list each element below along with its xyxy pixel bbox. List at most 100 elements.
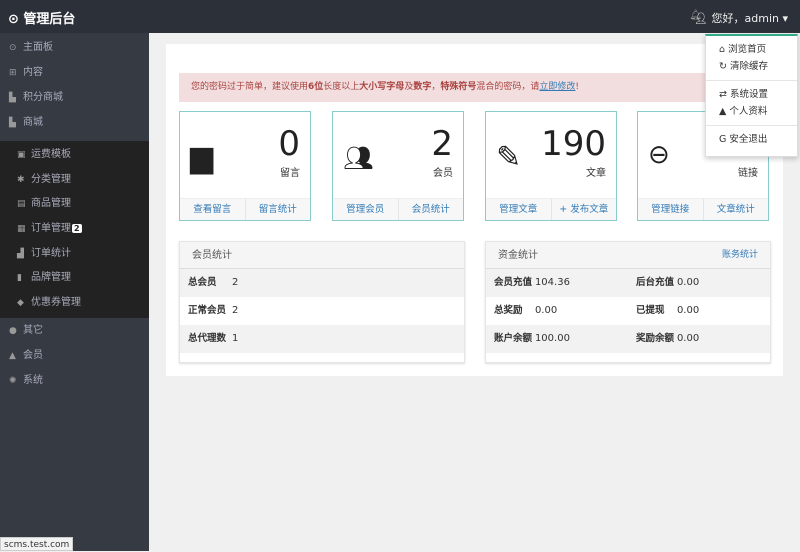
- label: 订单统计: [31, 247, 71, 259]
- user-menu-toggle[interactable]: 👤︎ 您好，admin ▾: [694, 10, 788, 26]
- panel-title: 会员统计: [180, 242, 464, 269]
- top-navbar: ⊙ 管理后台 🔔︎ 👤︎ 您好，admin ▾: [0, 0, 800, 33]
- stat-label: 链接: [738, 168, 758, 179]
- gear-icon: ✺: [9, 375, 17, 386]
- sidebar-item-orders[interactable]: ▦ 订单管理 2: [0, 217, 149, 242]
- label: 订单管理: [31, 223, 71, 235]
- panel-title: 资金统计: [498, 250, 538, 261]
- table-row: 正常会员 2: [180, 297, 464, 325]
- user-icon: ▲: [719, 106, 727, 117]
- link-icon: ⊖: [648, 140, 670, 170]
- user-icon: ▲: [9, 350, 16, 361]
- menu-item-view-home[interactable]: ⌂ 浏览首页: [706, 41, 797, 58]
- member-stats-panel: 会员统计 总会员 2 正常会员 2 总代理数 1: [179, 241, 465, 363]
- sidebar-item-brands[interactable]: ▮ 品牌管理: [0, 266, 149, 291]
- refresh-icon: ↻: [719, 61, 727, 72]
- stat-value: 0: [278, 124, 300, 164]
- menu-item-system-settings[interactable]: ⇄ 系统设置: [706, 86, 797, 103]
- order-count-badge: 2: [72, 224, 82, 234]
- table-row: 总会员 2: [180, 269, 464, 297]
- sidebar-item-order-stats[interactable]: ▟ 订单统计: [0, 242, 149, 267]
- message-stats-link[interactable]: 留言统计: [244, 199, 311, 220]
- label: 内容: [23, 67, 43, 78]
- label: 会员: [23, 349, 43, 361]
- dashboard-icon: ⊙: [9, 43, 17, 53]
- cart-icon: ▙: [9, 118, 16, 128]
- label: 商品管理: [31, 198, 71, 210]
- home-icon: ⌂: [719, 44, 726, 55]
- brand-title: 管理后台: [23, 12, 76, 27]
- stat-label: 文章: [586, 168, 606, 179]
- bookmark-icon: ▮: [17, 273, 22, 284]
- manage-links-link[interactable]: 管理链接: [638, 199, 703, 220]
- sidebar-item-mall[interactable]: ▙ 商城: [0, 110, 149, 135]
- stat-label: 留言: [280, 168, 300, 179]
- asterisk-icon: ✱: [17, 174, 25, 185]
- sidebar-item-system[interactable]: ✺ 系统: [0, 368, 149, 393]
- label: 分类管理: [31, 173, 71, 185]
- label: 积分商城: [23, 92, 63, 103]
- stat-card-articles: ✎ 190 文章 管理文章 + 发布文章: [485, 111, 617, 221]
- grid-icon: ⊞: [9, 68, 17, 78]
- stat-label: 会员: [433, 168, 453, 179]
- manage-members-link[interactable]: 管理会员: [333, 199, 398, 220]
- sidebar: ⊙ 主面板 ⊞ 内容 ▙ 积分商城 ▙ 商城 ▣ 运费模板 ✱ 分类管理 ▤ 商品管理 ▦ 订单…: [0, 33, 149, 551]
- label: 商城: [23, 117, 43, 128]
- main-content: 您的密码过于简单，建议使用6位长度以上大小写字母及数字，特殊符号混合的密码，请立…: [166, 44, 783, 376]
- sidebar-item-shipping-template[interactable]: ▣ 运费模板: [0, 143, 149, 168]
- tag-icon: ◆: [17, 298, 24, 309]
- brand[interactable]: ⊙ 管理后台: [8, 8, 75, 27]
- sidebar-item-points-mall[interactable]: ▙ 积分商城: [0, 85, 149, 110]
- stat-value: 190: [541, 124, 606, 164]
- sidebar-item-dashboard[interactable]: ⊙ 主面板: [0, 35, 149, 60]
- cart-icon: ▙: [9, 93, 16, 103]
- sidebar-item-category[interactable]: ✱ 分类管理: [0, 168, 149, 193]
- sidebar-item-content[interactable]: ⊞ 内容: [0, 60, 149, 85]
- label: 品牌管理: [31, 272, 71, 284]
- table-row: 账户余额 100.00 奖励余额 0.00: [486, 325, 770, 353]
- fund-stats-panel: 资金统计 账务统计 会员充值 104.36 后台充值 0.00 总奖励 0.00 已提现 0.…: [485, 241, 771, 363]
- divider: [706, 125, 797, 126]
- user-dropdown-menu: ⌂ 浏览首页 ↻ 清除缓存 ⇄ 系统设置 ▲ 个人资料 G 安全退出: [705, 34, 798, 157]
- pencil-icon: ✎: [496, 140, 522, 175]
- gift-icon: ▤: [17, 199, 26, 210]
- table-row: 总奖励 0.00 已提现 0.00: [486, 297, 770, 325]
- caret-down-icon: ▾: [782, 12, 788, 25]
- sidebar-item-other[interactable]: ● 其它: [0, 318, 149, 343]
- stat-value: 2: [431, 124, 453, 164]
- divider: [706, 80, 797, 81]
- stat-card-members: 👥︎ 2 会员 管理会员 会员统计: [332, 111, 464, 221]
- member-stats-link[interactable]: 会员统计: [397, 199, 464, 220]
- user-greeting: 您好，admin: [711, 12, 779, 25]
- account-stats-link[interactable]: 账务统计: [722, 242, 758, 269]
- user-icon: 👤︎: [694, 12, 708, 25]
- logout-icon: G: [719, 134, 727, 145]
- label: 系统: [23, 374, 43, 386]
- menu-item-logout[interactable]: G 安全退出: [706, 131, 797, 148]
- publish-article-link[interactable]: + 发布文章: [550, 199, 617, 220]
- manage-articles-link[interactable]: 管理文章: [486, 199, 551, 220]
- table-row: 会员充值 104.36 后台充值 0.00: [486, 269, 770, 297]
- stat-card-messages: ▆ 0 留言 查看留言 留言统计: [179, 111, 311, 221]
- sidebar-item-coupons[interactable]: ◆ 优惠券管理: [0, 291, 149, 316]
- order-icon: ▦: [17, 224, 26, 235]
- label: 主面板: [23, 42, 53, 53]
- password-warning-alert: 您的密码过于简单，建议使用6位长度以上大小写字母及数字，特殊符号混合的密码，请立…: [179, 73, 774, 102]
- sidebar-item-products[interactable]: ▤ 商品管理: [0, 192, 149, 217]
- view-messages-link[interactable]: 查看留言: [180, 199, 245, 220]
- sidebar-item-members[interactable]: ▲ 会员: [0, 343, 149, 368]
- label: 优惠券管理: [31, 297, 81, 309]
- settings-icon: ⇄: [719, 89, 727, 100]
- label: 运费模板: [31, 149, 71, 160]
- comments-icon: ▆: [190, 140, 214, 175]
- chart-icon: ▟: [17, 248, 24, 259]
- menu-item-clear-cache[interactable]: ↻ 清除缓存: [706, 58, 797, 75]
- box-icon: ●: [9, 325, 17, 336]
- status-bar-url: scms.test.com: [0, 537, 74, 551]
- change-password-link[interactable]: 立即修改: [539, 82, 575, 92]
- table-row: 总代理数 1: [180, 325, 464, 353]
- template-icon: ▣: [17, 150, 26, 160]
- menu-item-profile[interactable]: ▲ 个人资料: [706, 103, 797, 120]
- article-stats-link[interactable]: 文章统计: [702, 199, 769, 220]
- label: 其它: [23, 324, 43, 336]
